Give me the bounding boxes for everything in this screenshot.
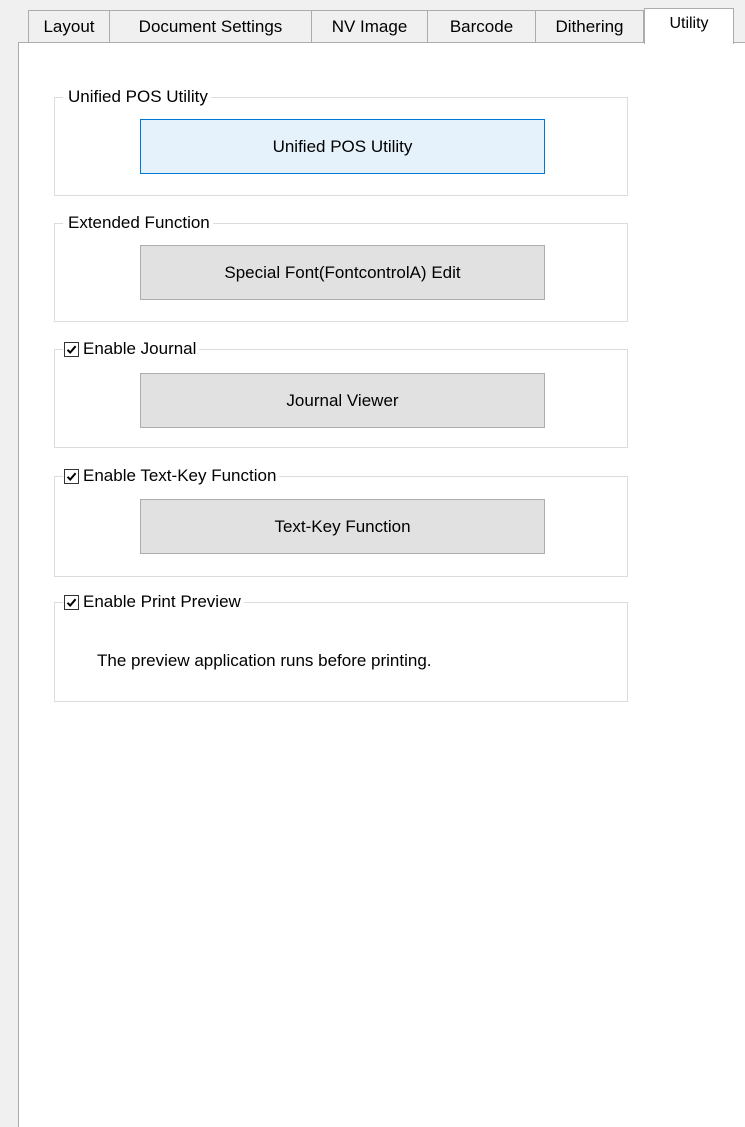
enable-print-preview-checkbox[interactable] (64, 594, 79, 610)
extended-function-group: Extended Function Special Font(Fontcontr… (54, 211, 628, 322)
tab-layout[interactable]: Layout (28, 10, 110, 42)
print-preview-group: Enable Print Preview The preview applica… (54, 590, 628, 702)
tab-nv-image[interactable]: NV Image (312, 10, 428, 42)
journal-group: Enable Journal Journal Viewer (54, 337, 628, 448)
print-preview-description: The preview application runs before prin… (97, 651, 432, 670)
unified-pos-utility-group-title: Unified POS Utility (63, 85, 211, 109)
checkmark-icon (66, 345, 77, 354)
checkmark-icon (66, 598, 77, 607)
extended-function-group-title: Extended Function (63, 211, 213, 235)
enable-journal-checkbox[interactable] (64, 341, 79, 357)
enable-text-key-option[interactable]: Enable Text-Key Function (63, 464, 280, 488)
enable-text-key-label: Enable Text-Key Function (83, 466, 277, 485)
unified-pos-utility-group: Unified POS Utility Unified POS Utility (54, 85, 628, 196)
tab-document-settings[interactable]: Document Settings (110, 10, 312, 42)
unified-pos-utility-button[interactable]: Unified POS Utility (140, 119, 545, 174)
tab-utility[interactable]: Utility (644, 8, 734, 44)
utility-tab-panel (18, 42, 745, 1127)
enable-journal-label: Enable Journal (83, 339, 197, 358)
enable-print-preview-label: Enable Print Preview (83, 592, 241, 611)
journal-viewer-button[interactable]: Journal Viewer (140, 373, 545, 428)
tab-barcode[interactable]: Barcode (428, 10, 536, 42)
enable-journal-option[interactable]: Enable Journal (63, 337, 200, 361)
enable-text-key-checkbox[interactable] (64, 468, 79, 484)
utility-settings-window: Layout Document Settings NV Image Barcod… (0, 0, 745, 1127)
special-font-edit-button[interactable]: Special Font(FontcontrolA) Edit (140, 245, 545, 300)
tab-dithering[interactable]: Dithering (536, 10, 644, 42)
enable-print-preview-option[interactable]: Enable Print Preview (63, 590, 244, 614)
text-key-function-button[interactable]: Text-Key Function (140, 499, 545, 554)
checkmark-icon (66, 472, 77, 481)
text-key-group: Enable Text-Key Function Text-Key Functi… (54, 464, 628, 577)
